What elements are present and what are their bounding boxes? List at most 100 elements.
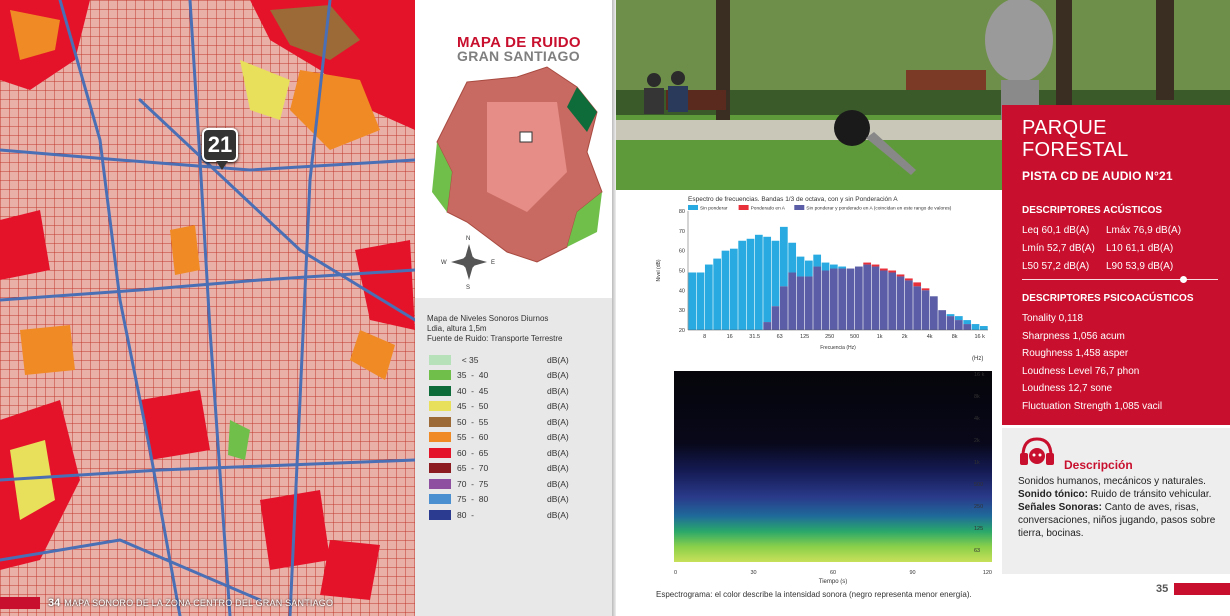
- psychoacoustic-item: Sharpness 1,056 acum: [1022, 330, 1125, 342]
- spectrogram: 16 k 8k 4k 2k 1k 500 250 125 63 0 30 60 90 120 (Hz) …: [652, 355, 992, 590]
- psychoacoustic-item: Loudness Level 76,7 phon: [1022, 365, 1140, 377]
- legend-unit: dB(A): [547, 401, 569, 412]
- bar-common-160: [804, 276, 813, 330]
- bar-top-16k: [971, 324, 980, 330]
- bar-top-125: [796, 256, 805, 277]
- mini-map: N S E W: [432, 66, 603, 291]
- spectrogram-y-tick: 500: [974, 482, 983, 488]
- legend-range: < 35: [457, 354, 479, 365]
- park-title-line: PARQUE: [1022, 117, 1107, 139]
- tonic-label: Sonido tónico:: [1018, 489, 1088, 500]
- y-tick-label: 40: [679, 288, 685, 294]
- acoustic-value: L50 57,2 dB(A): [1022, 260, 1090, 272]
- psychoacoustic-title: DESCRIPTORES PSICOACÚSTICOS: [1022, 293, 1194, 304]
- legend-unit: dB(A): [547, 385, 569, 396]
- legend-unit: dB(A): [547, 447, 569, 458]
- description-text: Sonidos humanos, mecánicos y naturales. …: [1018, 475, 1224, 540]
- frequency-chart: 20 30 40 50 60 70 80 8 16 31.5 63 125 250 500 1k 2k 4k 8k…: [652, 195, 992, 355]
- legend-swatch-0: [688, 205, 698, 210]
- legend-unit: dB(A): [547, 370, 569, 381]
- spectrogram-image: [674, 371, 992, 562]
- spectrogram-y-tick: 63: [974, 548, 980, 554]
- signals-label: Señales Sonoras:: [1018, 502, 1102, 513]
- y-tick-label: 60: [679, 249, 685, 255]
- legend-swatch: [429, 432, 451, 443]
- spectrogram-x-tick: 0: [674, 570, 677, 576]
- chart-legend-label: Sin ponderar y ponderado en A (coincidan…: [806, 206, 951, 212]
- bar-top-25: [738, 240, 747, 330]
- legend-box: Mapa de Niveles Sonoros Diurnos Ldia, al…: [415, 298, 612, 616]
- description-signals: Señales Sonoras: Canto de aves, risas, c…: [1018, 501, 1224, 540]
- bar-top-6.3: [688, 272, 697, 330]
- divider-dot-icon: [1180, 276, 1187, 283]
- chart-xlabel: Frecuencia (Hz): [820, 345, 856, 351]
- bar-top-200: [813, 254, 822, 267]
- bar-common-10k: [954, 320, 963, 330]
- acoustic-row: Leq 60,1 dB(A) Lmáx 76,9 dB(A): [1022, 221, 1222, 239]
- bar-top-80: [779, 226, 788, 287]
- bar-common-63: [771, 306, 780, 330]
- x-tick-label: 16: [727, 334, 733, 340]
- bar-common-6.3k: [938, 310, 947, 330]
- spectrogram-x-tick: 30: [750, 570, 756, 576]
- legend-swatch: [429, 463, 451, 474]
- x-tick-label: 8: [703, 334, 706, 340]
- bar-top-40: [754, 234, 763, 330]
- map-marker[interactable]: 21: [202, 128, 238, 170]
- psychoacoustic-item: Tonality 0,118: [1022, 313, 1083, 325]
- spectrogram-y-tick: 125: [974, 526, 983, 532]
- bar-common-50: [763, 322, 772, 330]
- chart-legend-label: Sin ponderar: [700, 206, 728, 212]
- legend-row: < 35 dB(A): [429, 352, 569, 368]
- x-tick-label: 8k: [952, 334, 958, 340]
- acoustic-value: Leq 60,1 dB(A): [1022, 224, 1090, 236]
- bar-top-50: [763, 236, 772, 323]
- legend-swatch-2: [794, 205, 805, 210]
- spectrogram-svg: 16 k8k4k2k1k50025012563 0 30 60 90 120 (Hz) …: [674, 356, 992, 585]
- bar-top-12.5: [713, 258, 722, 330]
- bar-top-16: [721, 250, 730, 330]
- headphones-icon: [1020, 437, 1054, 465]
- bar-common-630: [854, 266, 863, 330]
- psychoacoustic-item: Fluctuation Strength 1,085 vacil: [1022, 400, 1163, 412]
- spectrogram-y-tick: 4k: [974, 416, 980, 422]
- legend-unit: dB(A): [547, 354, 569, 365]
- legend-row: 35 - 40 dB(A): [429, 368, 569, 384]
- compass-s: S: [466, 285, 470, 291]
- bar-common-5k: [929, 296, 938, 330]
- left-page: 21 34 MAPA SONORO DE LA ZONA CENTRO DEL …: [0, 0, 612, 616]
- bar-common-3.15k: [913, 286, 922, 330]
- legend-range: 45 - 50: [457, 401, 489, 412]
- bar-top-20k: [979, 326, 988, 330]
- legend-range: 40 - 45: [457, 385, 489, 396]
- spectrogram-x-axis: 0 30 60 90 120: [674, 570, 992, 576]
- description-title: Descripción: [1064, 458, 1133, 472]
- legend-row: 70 - 75 dB(A): [429, 476, 569, 492]
- legend-row: 55 - 60 dB(A): [429, 430, 569, 446]
- legend-range: 70 - 75: [457, 478, 489, 489]
- bar-common-200: [813, 266, 822, 330]
- acoustic-grid: Leq 60,1 dB(A) Lmáx 76,9 dB(A) Lmín 52,7 …: [1022, 221, 1222, 275]
- legend-row: 80 - dB(A): [429, 507, 569, 523]
- map-sidebar: MAPA DE RUIDO GRAN SANTIAGO N S E W Mapa…: [415, 0, 612, 616]
- bar-top-10k: [954, 316, 963, 321]
- legend-swatch: [429, 401, 451, 412]
- bar-top-8: [696, 272, 705, 330]
- acoustic-value: L90 53,9 dB(A): [1106, 260, 1174, 272]
- legend-range: 60 - 65: [457, 447, 489, 458]
- audio-track: PISTA CD DE AUDIO N°21: [1022, 169, 1173, 183]
- panel-divider: [1022, 279, 1218, 280]
- spectrogram-x-tick: 90: [909, 570, 915, 576]
- x-tick-label: 2k: [902, 334, 908, 340]
- bar-common-80: [779, 286, 788, 330]
- bar-common-1.25k: [879, 270, 888, 330]
- legend-row: 40 - 45 dB(A): [429, 383, 569, 399]
- spectrogram-x-tick: 60: [830, 570, 836, 576]
- chart-title: Espectro de frecuencias. Bandas 1/3 de o…: [688, 196, 898, 203]
- acoustic-value: Lmáx 76,9 dB(A): [1106, 224, 1182, 236]
- y-tick-label: 30: [679, 308, 685, 314]
- bar-top-315: [829, 264, 838, 269]
- chart-legend-label: Ponderado en A: [751, 206, 786, 212]
- psychoacoustic-panel: DESCRIPTORES PSICOACÚSTICOS Tonality 0,1…: [1002, 285, 1230, 425]
- legend-range: 65 - 70: [457, 463, 489, 474]
